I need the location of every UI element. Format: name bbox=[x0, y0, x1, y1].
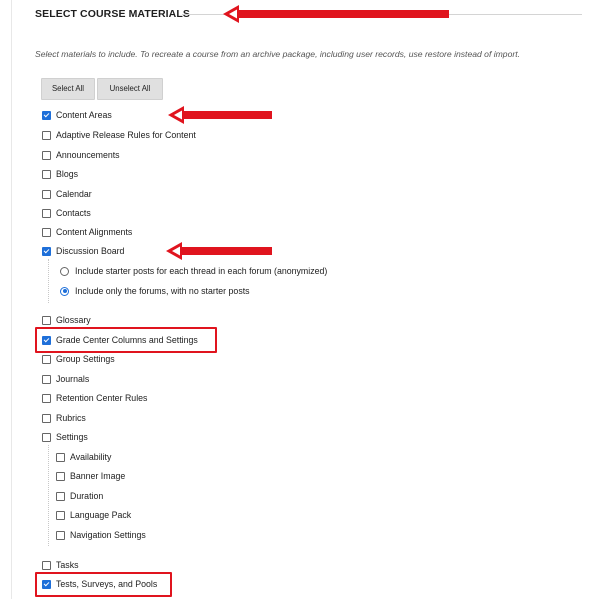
option-availability[interactable]: Availability bbox=[56, 450, 111, 464]
option-label: Language Pack bbox=[70, 510, 132, 520]
option-label: Settings bbox=[56, 432, 88, 442]
option-label: Glossary bbox=[56, 315, 91, 325]
annotation-arrow-icon bbox=[168, 106, 272, 124]
option-blogs[interactable]: Blogs bbox=[42, 167, 78, 181]
option-content-alignments[interactable]: Content Alignments bbox=[42, 225, 132, 239]
option-label: Rubrics bbox=[56, 413, 86, 423]
option-tasks[interactable]: Tasks bbox=[42, 558, 79, 572]
checkbox[interactable] bbox=[56, 510, 65, 520]
option-label: Journals bbox=[56, 374, 90, 384]
option-discussion-board[interactable]: Discussion Board bbox=[42, 244, 124, 258]
option-label: Duration bbox=[70, 491, 104, 501]
option-label: Navigation Settings bbox=[70, 530, 146, 540]
option-label: Content Areas bbox=[56, 110, 112, 120]
highlight-box-grade-center bbox=[35, 327, 217, 353]
option-navigation-settings[interactable]: Navigation Settings bbox=[56, 528, 146, 542]
annotation-arrow-icon bbox=[223, 5, 449, 23]
checkbox[interactable] bbox=[42, 189, 51, 199]
option-label: Banner Image bbox=[70, 471, 126, 481]
option-rubrics[interactable]: Rubrics bbox=[42, 411, 86, 425]
option-label: Calendar bbox=[56, 189, 92, 199]
option-adaptive-release-rules[interactable]: Adaptive Release Rules for Content bbox=[42, 128, 196, 142]
option-retention-center-rules[interactable]: Retention Center Rules bbox=[42, 391, 147, 405]
option-label: Adaptive Release Rules for Content bbox=[56, 130, 196, 140]
checkbox[interactable] bbox=[42, 169, 51, 179]
option-language-pack[interactable]: Language Pack bbox=[56, 508, 131, 522]
option-duration[interactable]: Duration bbox=[56, 489, 103, 503]
option-group-settings[interactable]: Group Settings bbox=[42, 352, 115, 366]
checkbox[interactable] bbox=[42, 110, 51, 120]
unselect-all-button[interactable]: Unselect All bbox=[97, 78, 163, 100]
option-forums-only[interactable]: Include only the forums, with no starter… bbox=[60, 284, 250, 298]
option-settings[interactable]: Settings bbox=[42, 430, 88, 444]
option-calendar[interactable]: Calendar bbox=[42, 187, 92, 201]
checkbox[interactable] bbox=[56, 530, 65, 540]
checkbox[interactable] bbox=[56, 452, 65, 462]
checkbox[interactable] bbox=[42, 208, 51, 218]
section-title: SELECT COURSE MATERIALS bbox=[35, 8, 190, 20]
checkbox[interactable] bbox=[42, 560, 51, 570]
checkbox[interactable] bbox=[42, 354, 51, 364]
option-label: Availability bbox=[70, 452, 112, 462]
checkbox[interactable] bbox=[42, 150, 51, 160]
checkbox[interactable] bbox=[42, 393, 51, 403]
option-label: Blogs bbox=[56, 169, 79, 179]
option-journals[interactable]: Journals bbox=[42, 372, 89, 386]
option-label: Discussion Board bbox=[56, 246, 125, 256]
settings-sub-guide bbox=[48, 445, 49, 546]
option-label: Contacts bbox=[56, 208, 91, 218]
select-all-button[interactable]: Select All bbox=[41, 78, 95, 100]
option-include-starter-posts[interactable]: Include starter posts for each thread in… bbox=[60, 264, 327, 278]
instructions-text: Select materials to include. To recreate… bbox=[35, 49, 520, 59]
option-content-areas[interactable]: Content Areas bbox=[42, 108, 112, 122]
checkbox[interactable] bbox=[56, 491, 65, 501]
checkbox[interactable] bbox=[42, 374, 51, 384]
sub-options-guide bbox=[48, 259, 49, 303]
option-announcements[interactable]: Announcements bbox=[42, 148, 120, 162]
checkbox[interactable] bbox=[42, 227, 51, 237]
radio-button[interactable] bbox=[60, 266, 69, 276]
checkbox[interactable] bbox=[56, 471, 65, 481]
option-label: Group Settings bbox=[56, 354, 115, 364]
option-label: Tasks bbox=[56, 560, 79, 570]
left-border bbox=[11, 0, 12, 599]
radio-button[interactable] bbox=[60, 286, 69, 296]
option-banner-image[interactable]: Banner Image bbox=[56, 469, 125, 483]
checkbox[interactable] bbox=[42, 413, 51, 423]
option-label: Include only the forums, with no starter… bbox=[75, 286, 250, 296]
option-glossary[interactable]: Glossary bbox=[42, 313, 91, 327]
checkbox[interactable] bbox=[42, 432, 51, 442]
option-label: Announcements bbox=[56, 150, 120, 160]
option-label: Retention Center Rules bbox=[56, 393, 148, 403]
option-label: Content Alignments bbox=[56, 227, 133, 237]
option-label: Include starter posts for each thread in… bbox=[75, 266, 328, 276]
checkbox[interactable] bbox=[42, 130, 51, 140]
highlight-box-tests-surveys bbox=[35, 572, 172, 597]
option-contacts[interactable]: Contacts bbox=[42, 206, 91, 220]
checkbox[interactable] bbox=[42, 246, 51, 256]
annotation-arrow-icon bbox=[166, 242, 272, 260]
checkbox[interactable] bbox=[42, 315, 51, 325]
